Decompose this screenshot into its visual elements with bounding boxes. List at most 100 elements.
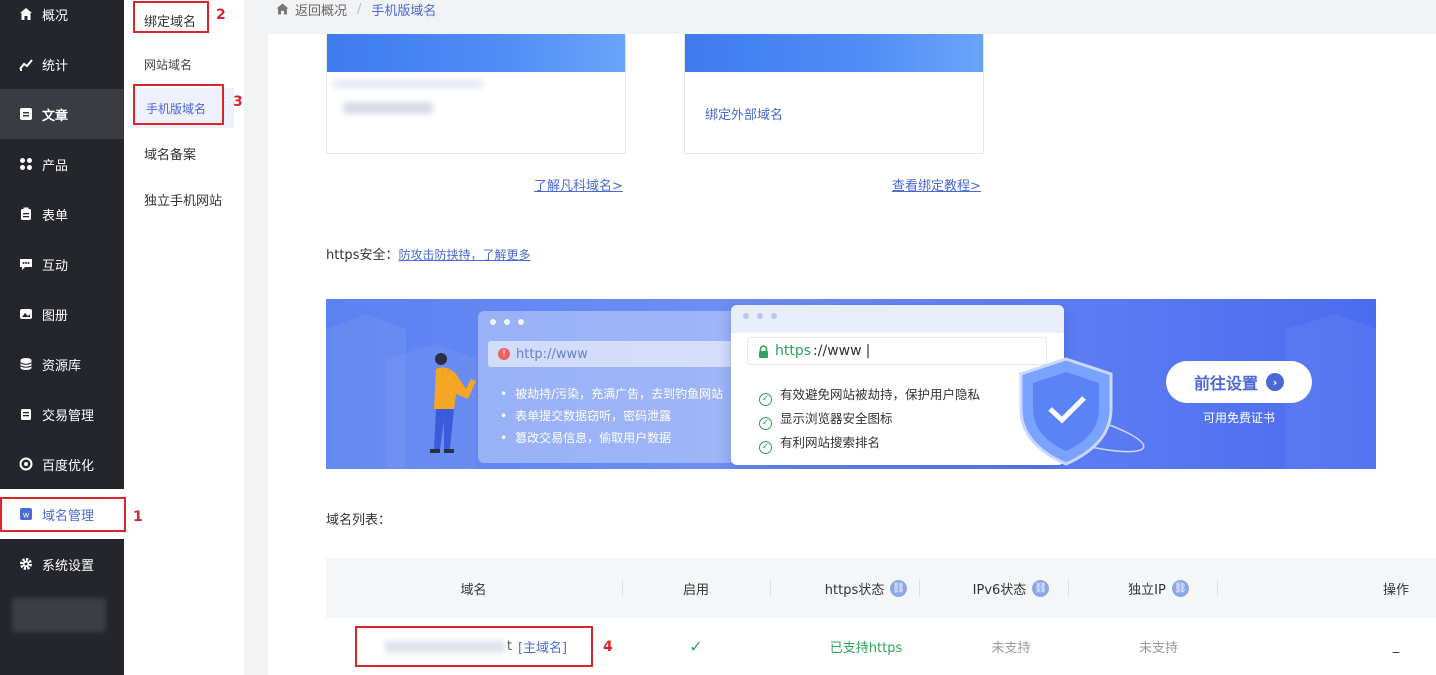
card-header [685, 34, 983, 72]
album-icon [18, 306, 34, 322]
bind-tutorial-link[interactable]: 查看绑定教程> [892, 175, 981, 194]
card-header [327, 34, 625, 72]
https-status: 已支持https [829, 641, 903, 656]
annotation-number-2: 2 [216, 7, 226, 23]
learn-domain-link[interactable]: 了解凡科域名> [534, 175, 623, 194]
trade-icon [18, 406, 34, 422]
window-dots [743, 313, 777, 319]
column-divider [622, 580, 623, 596]
avatar[interactable] [12, 598, 106, 632]
sidebar-item-form[interactable]: 表单 [0, 189, 124, 239]
submenu-label: 网站域名 [144, 57, 193, 72]
blurred-domain-text [333, 80, 483, 88]
sidebar-item-seo[interactable]: 百度优化 [0, 439, 124, 489]
list-item: 表单提交数据窃听，密码泄露 [500, 405, 723, 427]
blurred-domain-text [343, 102, 433, 114]
list-item: ✓ 有利网站搜索排名 [759, 431, 980, 455]
column-header-ipv6: IPv6状态 ⛓ [936, 558, 1086, 618]
sidebar-item-album[interactable]: 图册 [0, 289, 124, 339]
sidebar-item-trade[interactable]: 交易管理 [0, 389, 124, 439]
link-icon[interactable]: ⛓ [1032, 579, 1050, 597]
submenu-domain-filing[interactable]: 域名备案 [124, 133, 244, 173]
column-divider [919, 580, 920, 596]
go-settings-button[interactable]: 前往设置 › [1166, 361, 1312, 403]
check-icon: ✓ [759, 416, 772, 430]
secure-browser-window: https://www | ✓ 有效避免网站被劫持，保护用户隐私 ✓ 显示浏览器安全图… [731, 305, 1064, 465]
domain-card-fanke [326, 34, 626, 154]
home-icon [18, 6, 34, 22]
sidebar-item-article[interactable]: 文章 [0, 89, 124, 139]
main-panel: 绑定外部域名 了解凡科域名> 查看绑定教程> https安全：防攻击防挟持，了解… [268, 34, 1436, 675]
submenu-label: 域名备案 [144, 147, 197, 163]
sidebar-item-label: 概况 [42, 8, 69, 24]
column-header-ip: 独立IP ⛓ [1086, 558, 1231, 618]
sidebar-item-resources[interactable]: 资源库 [0, 339, 124, 389]
chat-icon [18, 256, 34, 272]
sidebar-item-interact[interactable]: 互动 [0, 239, 124, 289]
breadcrumb-back-link[interactable]: 返回概况 [295, 0, 347, 19]
column-header-enabled: 启用 [682, 582, 709, 598]
breadcrumb: 返回概况 / 手机版域名 [268, 0, 1436, 19]
submenu-site-domain[interactable]: 网站域名 [124, 44, 244, 84]
secure-points: ✓ 有效避免网站被劫持，保护用户隐私 ✓ 显示浏览器安全图标 ✓ 有利网站搜索排名 [759, 383, 980, 455]
form-icon [18, 206, 34, 222]
annotation-number-3: 3 [233, 94, 243, 110]
enabled-check: ✓ [689, 637, 703, 656]
list-item: 篡改交易信息，偷取用户数据 [500, 427, 723, 449]
main-sidebar: 概况 统计 文章 产品 表单 互动 图册 资源库 交易管理 百度优化 w 域名管… [0, 0, 124, 675]
annotation-number-1: 1 [133, 509, 143, 525]
sidebar-item-label: 统计 [42, 58, 69, 74]
sidebar-item-overview[interactable]: 概况 [0, 0, 124, 39]
gear-icon [18, 556, 34, 572]
https-learn-more-link[interactable]: 防攻击防挟持，了解更多 [398, 248, 530, 262]
article-icon [18, 106, 34, 122]
sidebar-item-label: 互动 [42, 258, 69, 274]
insecure-address-bar: ! http://www [488, 341, 738, 367]
domain-card-external: 绑定外部域名 [684, 34, 984, 154]
list-item: ✓ 有效避免网站被劫持，保护用户隐私 [759, 383, 980, 407]
link-icon[interactable]: ⛓ [890, 579, 908, 597]
secure-address-bar: https://www | [747, 337, 1047, 365]
sidebar-item-label: 产品 [42, 158, 69, 174]
submenu-label: 独立手机网站 [144, 193, 223, 209]
sidebar-item-label: 文章 [42, 108, 69, 124]
column-divider [770, 580, 771, 596]
ip-status: 未支持 [1138, 641, 1178, 656]
breadcrumb-separator: / [357, 1, 362, 17]
column-header-https: https状态 ⛓ [786, 558, 946, 618]
go-settings-label: 前往设置 [1193, 374, 1258, 393]
window-title-bar [731, 305, 1064, 333]
link-icon[interactable]: ⛓ [1171, 579, 1189, 597]
https-security-line: https安全：防攻击防挟持，了解更多 [326, 244, 530, 263]
domain-list-title: 域名列表： [326, 513, 392, 528]
annotation-number-4: 4 [603, 639, 613, 655]
home-icon[interactable] [276, 3, 289, 15]
submenu-mobile-site[interactable]: 独立手机网站 [124, 179, 244, 219]
check-icon: ✓ [759, 392, 772, 406]
insecure-browser-window: ! http://www 被劫持/污染，充满广告，去到钓鱼网站 表单提交数据窃听… [478, 311, 748, 463]
window-dots [490, 319, 524, 325]
secure-url-rest: ://www [813, 343, 862, 359]
annotation-box-4 [355, 626, 593, 667]
sidebar-item-label: 资源库 [42, 358, 82, 374]
chevron-right-icon: › [1266, 373, 1284, 391]
shield-icon [1016, 357, 1145, 466]
sidebar-item-stats[interactable]: 统计 [0, 39, 124, 89]
annotation-box-2 [133, 1, 209, 33]
column-divider [1217, 580, 1218, 596]
lock-icon [758, 344, 769, 358]
sidebar-item-label: 交易管理 [42, 408, 95, 424]
sidebar-item-settings[interactable]: 系统设置 [0, 539, 124, 589]
column-divider [1068, 580, 1069, 596]
insecure-points: 被劫持/污染，充满广告，去到钓鱼网站 表单提交数据窃听，密码泄露 篡改交易信息，… [500, 383, 723, 449]
column-header-domain: 域名 [460, 582, 487, 598]
table-header: 域名 启用 https状态 ⛓ IPv6状态 ⛓ 独立IP ⛓ 操作 [326, 558, 1436, 618]
https-label: https安全： [326, 248, 399, 263]
grid-icon [18, 156, 34, 172]
bind-external-domain-link[interactable]: 绑定外部域名 [705, 104, 783, 123]
chart-icon [18, 56, 34, 72]
https-banner: ! http://www 被劫持/污染，充满广告，去到钓鱼网站 表单提交数据窃听… [326, 299, 1376, 469]
sidebar-item-product[interactable]: 产品 [0, 139, 124, 189]
row-actions[interactable]: _ [1366, 618, 1426, 675]
person-illustration [430, 353, 476, 453]
